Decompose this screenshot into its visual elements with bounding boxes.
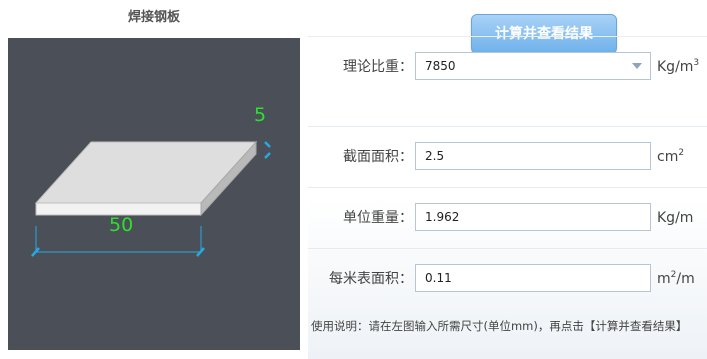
result-panel: 计算并查看结果 理论比重： 7850 Kg/m3 截面面积： 2.5 cm2 单… [308, 0, 707, 359]
density-unit: Kg/m3 [657, 58, 700, 76]
density-select[interactable]: 7850 [415, 52, 651, 80]
density-label: 理论比重： [343, 59, 413, 75]
surface-area-label: 每米表面积： [329, 271, 413, 287]
unit-weight-field[interactable]: 1.962 [415, 203, 651, 231]
steel-plate-drawing [31, 140, 271, 257]
unit-weight-label: 单位重量： [343, 210, 413, 226]
surface-area-row: 每米表面积： 0.11 m2/m [308, 248, 707, 309]
area-row: 截面面积： 2.5 cm2 [308, 126, 707, 187]
unit-weight-row: 单位重量： 1.962 Kg/m [308, 187, 707, 248]
surface-area-unit: m2/m [657, 270, 695, 288]
area-label: 截面面积： [343, 149, 413, 165]
thickness-tick-top [264, 141, 271, 148]
area-unit: cm2 [657, 148, 685, 166]
width-dimension-input[interactable]: 50 [109, 216, 133, 235]
chevron-down-icon[interactable] [632, 63, 642, 69]
thickness-dimension-input[interactable]: 5 [254, 106, 266, 125]
unit-weight-unit: Kg/m [657, 210, 694, 226]
area-field[interactable]: 2.5 [415, 142, 651, 170]
thickness-tick-bottom [264, 152, 271, 159]
density-value: 7850 [425, 59, 456, 73]
surface-area-field[interactable]: 0.11 [415, 264, 651, 292]
usage-note: 使用说明：请在左图输入所需尺寸(单位mm)，再点击【计算并查看结果】 [311, 319, 688, 333]
diagram-title: 焊接钢板 [127, 10, 180, 25]
plate-diagram: 50 5 [8, 38, 300, 350]
plate-top-face [34, 141, 258, 204]
density-row: 理论比重： 7850 Kg/m3 [308, 36, 707, 97]
